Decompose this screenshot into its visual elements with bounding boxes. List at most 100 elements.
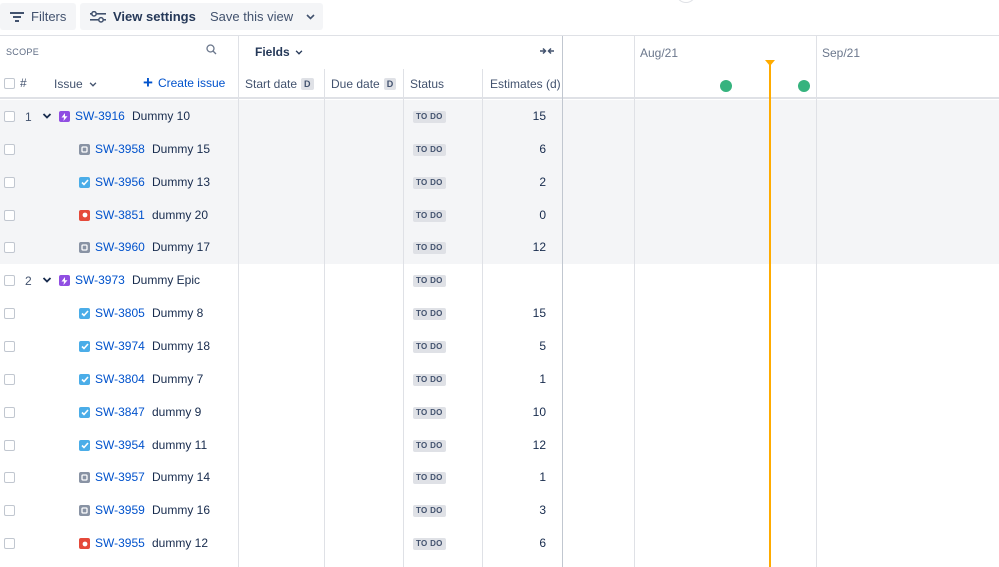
estimate-value[interactable]: 12 <box>533 438 546 452</box>
status-badge[interactable]: TO DO <box>413 505 446 518</box>
status-badge[interactable]: TO DO <box>413 111 446 123</box>
issue-header[interactable]: Issue <box>54 77 97 91</box>
row-checkbox[interactable] <box>4 176 15 188</box>
status-badge[interactable]: TO DO <box>413 242 446 255</box>
row-checkbox[interactable] <box>4 143 15 155</box>
issue-row[interactable]: SW-3957 Dummy 14 TO DO 1 <box>0 461 999 494</box>
row-checkbox[interactable] <box>4 472 15 484</box>
estimate-value[interactable]: 1 <box>539 470 546 484</box>
epic-row[interactable]: 1 SW-3916 Dummy 10 TO DO 15 <box>0 100 999 133</box>
row-checkbox[interactable] <box>4 111 15 122</box>
row-checkbox[interactable] <box>4 242 15 254</box>
row-checkbox[interactable] <box>4 505 15 517</box>
due-date-header[interactable]: Due date D <box>331 77 397 91</box>
issue-summary[interactable]: dummy 11 <box>152 438 207 452</box>
issue-key-link[interactable]: SW-3960 <box>95 240 145 254</box>
issue-row[interactable]: SW-3960 Dummy 17 TO DO 12 <box>0 231 999 264</box>
status-badge[interactable]: TO DO <box>413 143 446 156</box>
estimates-header[interactable]: Estimates (d) <box>490 77 561 91</box>
issue-key-link[interactable]: SW-3959 <box>95 503 145 517</box>
issue-summary[interactable]: Dummy 7 <box>152 372 203 386</box>
start-date-header[interactable]: Start date D <box>245 77 314 91</box>
save-view-dropdown-button[interactable] <box>297 3 323 30</box>
issue-row[interactable]: SW-3851 dummy 20 TO DO 0 <box>0 199 999 232</box>
issue-summary[interactable]: dummy 20 <box>152 208 208 222</box>
issue-summary[interactable]: Dummy 16 <box>152 503 210 517</box>
estimate-value[interactable]: 6 <box>539 536 546 550</box>
estimate-value[interactable]: 1 <box>539 372 546 386</box>
issue-row[interactable]: SW-3955 dummy 12 TO DO 6 <box>0 527 999 560</box>
status-badge[interactable]: TO DO <box>413 308 446 321</box>
epic-row[interactable]: 2 SW-3973 Dummy Epic TO DO <box>0 264 999 297</box>
view-settings-button[interactable]: View settings <box>80 3 206 30</box>
status-badge[interactable]: TO DO <box>413 340 446 353</box>
status-badge[interactable]: TO DO <box>413 373 446 386</box>
filters-button[interactable]: Filters <box>0 3 77 30</box>
collapse-fields-icon[interactable] <box>540 46 554 56</box>
release-milestone-marker[interactable] <box>798 80 810 92</box>
issue-summary[interactable]: Dummy Epic <box>132 273 200 287</box>
issue-row[interactable]: SW-3956 Dummy 13 TO DO 2 <box>0 166 999 199</box>
issue-key-link[interactable]: SW-3958 <box>95 142 145 156</box>
save-view-button[interactable]: Save this view <box>200 3 304 30</box>
status-badge[interactable]: TO DO <box>413 472 446 485</box>
issue-summary[interactable]: dummy 12 <box>152 536 208 550</box>
status-badge[interactable]: TO DO <box>413 176 446 189</box>
issue-summary[interactable]: Dummy 15 <box>152 142 210 156</box>
row-checkbox[interactable] <box>4 209 15 221</box>
issue-row[interactable]: SW-3847 dummy 9 TO DO 10 <box>0 396 999 429</box>
issue-key-link[interactable]: SW-3956 <box>95 175 145 189</box>
issue-key-link[interactable]: SW-3955 <box>95 536 145 550</box>
estimate-value[interactable]: 6 <box>539 142 546 156</box>
search-icon[interactable] <box>206 44 217 55</box>
status-badge[interactable]: TO DO <box>413 439 446 452</box>
issue-row[interactable]: SW-3958 Dummy 15 TO DO 6 <box>0 133 999 166</box>
issue-summary[interactable]: Dummy 8 <box>152 306 203 320</box>
chevron-down-icon[interactable] <box>42 110 52 122</box>
issue-row[interactable]: SW-3959 Dummy 16 TO DO 3 <box>0 494 999 527</box>
estimate-value[interactable]: 2 <box>539 175 546 189</box>
status-badge[interactable]: TO DO <box>413 538 446 551</box>
issue-summary[interactable]: Dummy 14 <box>152 470 210 484</box>
estimate-value[interactable]: 0 <box>539 208 546 222</box>
issue-row[interactable]: SW-3974 Dummy 18 TO DO 5 <box>0 330 999 363</box>
chevron-down-icon[interactable] <box>42 274 52 286</box>
issue-summary[interactable]: Dummy 10 <box>132 109 190 123</box>
issue-key-link[interactable]: SW-3916 <box>75 109 125 123</box>
scroll-handle[interactable] <box>676 0 696 3</box>
row-checkbox[interactable] <box>4 373 15 385</box>
issue-summary[interactable]: Dummy 18 <box>152 339 210 353</box>
status-badge[interactable]: TO DO <box>413 209 446 222</box>
issue-key-link[interactable]: SW-3847 <box>95 405 145 419</box>
estimate-value[interactable]: 5 <box>539 339 546 353</box>
issue-key-link[interactable]: SW-3954 <box>95 438 145 452</box>
issue-key-link[interactable]: SW-3851 <box>95 208 145 222</box>
release-milestone-marker[interactable] <box>720 80 732 92</box>
issue-row[interactable]: SW-3805 Dummy 8 TO DO 15 <box>0 297 999 330</box>
estimate-value[interactable]: 10 <box>533 405 546 419</box>
select-all-checkbox[interactable] <box>4 78 15 89</box>
issue-row[interactable]: SW-3804 Dummy 7 TO DO 1 <box>0 363 999 396</box>
estimate-value[interactable]: 15 <box>533 109 546 123</box>
issue-summary[interactable]: Dummy 17 <box>152 240 210 254</box>
status-header[interactable]: Status <box>410 77 444 91</box>
status-badge[interactable]: TO DO <box>413 275 446 288</box>
issue-row[interactable]: SW-3954 dummy 11 TO DO 12 <box>0 429 999 462</box>
estimate-value[interactable]: 12 <box>533 240 546 254</box>
estimate-value[interactable]: 3 <box>539 503 546 517</box>
issue-summary[interactable]: Dummy 13 <box>152 175 210 189</box>
create-issue-button[interactable]: + Create issue <box>143 74 225 91</box>
estimate-value[interactable]: 15 <box>533 306 546 320</box>
issue-key-link[interactable]: SW-3804 <box>95 372 145 386</box>
issue-summary[interactable]: dummy 9 <box>152 405 201 419</box>
issue-key-link[interactable]: SW-3974 <box>95 339 145 353</box>
row-checkbox[interactable] <box>4 340 15 352</box>
issue-key-link[interactable]: SW-3957 <box>95 470 145 484</box>
row-checkbox[interactable] <box>4 538 15 550</box>
status-badge[interactable]: TO DO <box>413 406 446 419</box>
row-checkbox[interactable] <box>4 406 15 418</box>
issue-key-link[interactable]: SW-3973 <box>75 273 125 287</box>
row-checkbox[interactable] <box>4 308 15 320</box>
fields-header[interactable]: Fields <box>255 45 303 59</box>
row-checkbox[interactable] <box>4 275 15 287</box>
